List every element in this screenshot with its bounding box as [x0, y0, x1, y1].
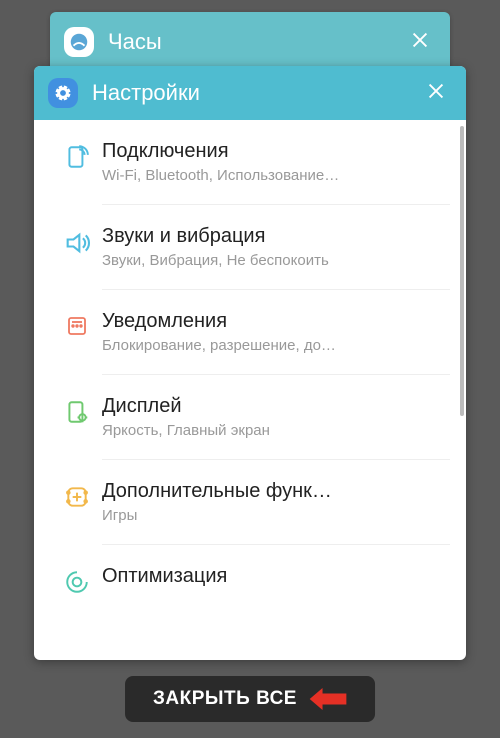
clock-app-icon [64, 27, 94, 57]
advanced-icon [52, 480, 102, 510]
settings-item-title: Подключения [102, 140, 450, 163]
settings-item-title: Дисплей [102, 395, 450, 418]
settings-item-display[interactable]: Дисплей Яркость, Главный экран [34, 375, 460, 459]
settings-item-subtitle: Яркость, Главный экран [102, 422, 450, 439]
arrow-left-icon [309, 688, 347, 710]
settings-card-header: Настройки [34, 66, 466, 120]
settings-item-title: Дополнительные функ… [102, 480, 450, 503]
optimize-icon [52, 565, 102, 595]
close-all-label: ЗАКРЫТЬ ВСЕ [153, 688, 297, 710]
recent-app-title: Часы [108, 29, 404, 55]
recent-app-card-clock[interactable]: Часы [50, 12, 450, 72]
settings-item-sounds[interactable]: Звуки и вибрация Звуки, Вибрация, Не бес… [34, 205, 460, 289]
settings-item-subtitle: Блокирование, разрешение, до… [102, 337, 450, 354]
settings-item-subtitle: Wi-Fi, Bluetooth, Использование… [102, 167, 450, 184]
settings-list: Подключения Wi-Fi, Bluetooth, Использова… [34, 120, 466, 660]
close-card-icon[interactable] [404, 26, 436, 58]
settings-item-advanced[interactable]: Дополнительные функ… Игры [34, 460, 460, 544]
recent-app-card-settings[interactable]: Настройки Подключения Wi-Fi, Bluetooth, … [34, 66, 466, 660]
settings-item-title: Оптимизация [102, 565, 450, 588]
settings-app-icon [48, 78, 78, 108]
sound-icon [52, 225, 102, 257]
settings-item-subtitle: Звуки, Вибрация, Не беспокоить [102, 252, 450, 269]
settings-item-optimization[interactable]: Оптимизация [34, 545, 460, 599]
notifications-icon [52, 310, 102, 338]
settings-item-title: Звуки и вибрация [102, 225, 450, 248]
display-icon [52, 395, 102, 425]
connections-icon [52, 140, 102, 170]
settings-item-title: Уведомления [102, 310, 450, 333]
close-card-icon[interactable] [420, 77, 452, 109]
close-all-button[interactable]: ЗАКРЫТЬ ВСЕ [125, 676, 375, 722]
settings-item-notifications[interactable]: Уведомления Блокирование, разрешение, до… [34, 290, 460, 374]
settings-item-connections[interactable]: Подключения Wi-Fi, Bluetooth, Использова… [34, 120, 460, 204]
recent-app-title: Настройки [92, 80, 420, 106]
scroll-indicator [460, 126, 464, 416]
settings-item-subtitle: Игры [102, 507, 450, 524]
